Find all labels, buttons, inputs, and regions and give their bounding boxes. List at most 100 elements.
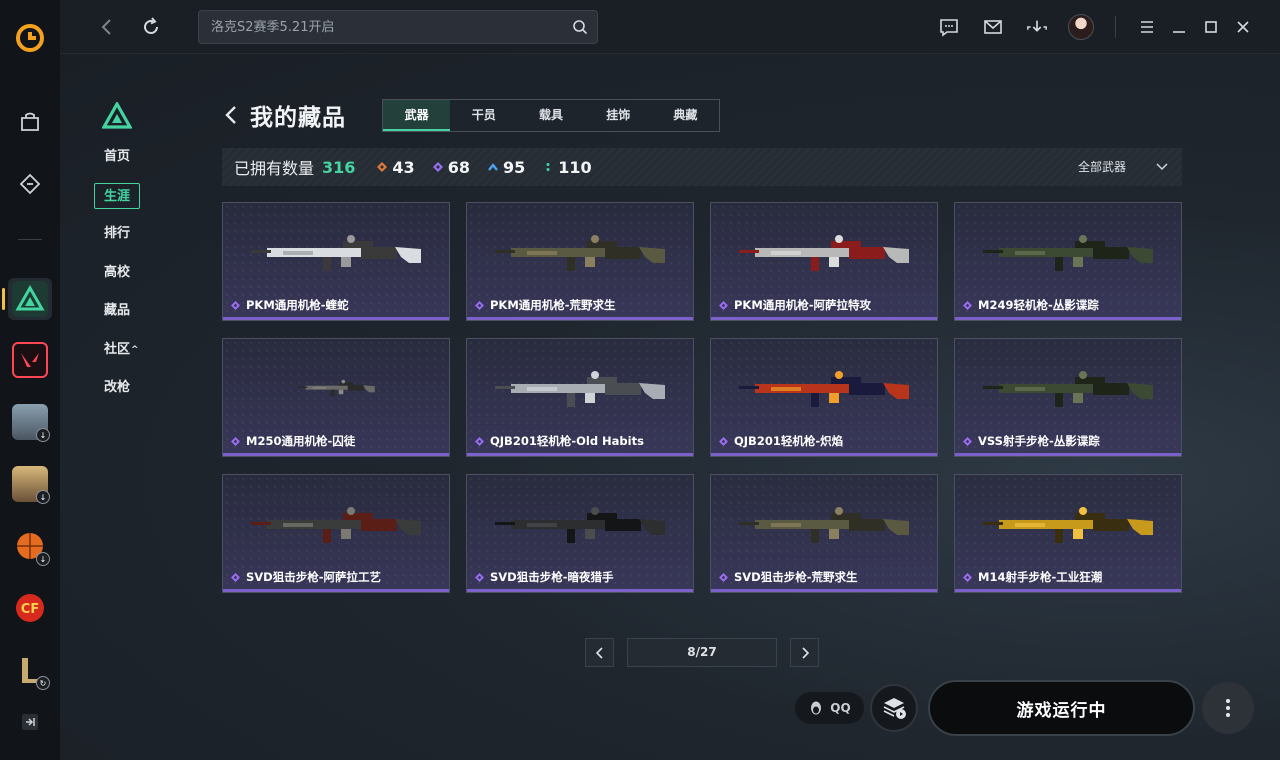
purple-diamond-icon (231, 300, 240, 310)
more-options-button[interactable] (1202, 682, 1254, 734)
menu-icon[interactable] (1136, 16, 1158, 38)
nav-item-collection[interactable]: 藏品 (94, 298, 154, 324)
game-running-button[interactable]: 游戏运行中 (928, 680, 1195, 736)
user-avatar[interactable] (1068, 14, 1094, 40)
search-box[interactable] (198, 10, 598, 44)
weapon-grid: PKM通用机枪-蝰蛇 PKM通用机枪-荒野求生 PKM通用机枪-阿萨拉特攻 M2… (222, 202, 1182, 593)
maximize-icon[interactable] (1200, 16, 1222, 38)
purple-diamond-icon (475, 300, 484, 310)
discover-icon[interactable] (14, 168, 46, 200)
download-badge-icon: ↓ (36, 428, 50, 442)
weapon-filter-dropdown[interactable]: 全部武器 (1078, 158, 1168, 175)
weapon-card[interactable]: QJB201轻机枪-炽焰 (710, 338, 938, 457)
rarity-count: 110 (558, 157, 592, 177)
weapon-name: QJB201轻机枪-炽焰 (734, 434, 844, 448)
weapon-image (251, 507, 421, 543)
layers-play-icon (883, 698, 906, 719)
weapon-card[interactable]: PKM通用机枪-荒野求生 (466, 202, 694, 321)
weapon-name-label: SVD狙击步枪-荒野求生 (719, 569, 858, 585)
prev-page-button[interactable] (585, 638, 614, 667)
weapon-name-label: SVD狙击步枪-暗夜猎手 (475, 569, 614, 585)
vertical-dots-icon (1226, 699, 1230, 717)
nav-item-home[interactable]: 首页 (94, 144, 154, 170)
purple-diamond-icon (719, 300, 728, 310)
weapon-name-label: SVD狙击步枪-阿萨拉工艺 (231, 569, 381, 585)
back-icon[interactable] (96, 16, 118, 38)
weapon-card[interactable]: QJB201轻机枪-Old Habits (466, 338, 694, 457)
collapse-rail-icon[interactable] (14, 706, 46, 738)
weapon-name: M14射手步枪-工业狂潮 (978, 570, 1103, 584)
weapon-name: PKM通用机枪-蝰蛇 (246, 298, 349, 312)
weapon-name-label: M249轻机枪-丛影谍踪 (963, 297, 1099, 313)
purple-diamond-icon (475, 436, 484, 446)
nba-game-icon[interactable]: ↓ (12, 528, 50, 566)
search-input[interactable] (199, 11, 559, 43)
weapon-card[interactable]: SVD狙击步枪-暗夜猎手 (466, 474, 694, 593)
weapon-name-label: VSS射手步枪-丛影谍踪 (963, 433, 1100, 449)
nav-item-gunsmith[interactable]: 改枪 (94, 375, 154, 401)
purple-diamond-icon (963, 300, 972, 310)
weapon-card[interactable]: SVD狙击步枪-荒野求生 (710, 474, 938, 593)
orange-diamond-icon (377, 162, 388, 172)
weapon-image (251, 235, 421, 271)
tab-operators[interactable]: 干员 (450, 100, 517, 131)
tab-charms[interactable]: 挂饰 (585, 100, 652, 131)
weapon-name-label: PKM通用机枪-阿萨拉特攻 (719, 297, 871, 313)
download-manager-icon[interactable] (1026, 16, 1048, 38)
minimize-icon[interactable] (1168, 16, 1190, 38)
next-page-button[interactable] (790, 638, 819, 667)
weapon-image (739, 507, 909, 543)
client-logo-icon[interactable] (14, 22, 46, 54)
crossfire-game-icon[interactable]: CF (12, 590, 48, 626)
mail-icon[interactable] (982, 16, 1004, 38)
weapon-name: SVD狙击步枪-荒野求生 (734, 570, 858, 584)
pubg-game-icon[interactable]: ↓ (12, 404, 50, 442)
tab-vehicles[interactable]: 载具 (517, 100, 584, 131)
rarity-orange-count: 43 (377, 157, 415, 177)
chevron-down-icon (1156, 162, 1168, 170)
store-icon[interactable] (14, 106, 46, 138)
weapon-name: SVD狙击步枪-暗夜猎手 (490, 570, 614, 584)
weapon-image (739, 235, 909, 271)
owned-count: 316 (322, 157, 356, 177)
purple-diamond-icon (475, 572, 484, 582)
rail-divider (18, 239, 42, 240)
rarity-stripe (955, 589, 1181, 592)
weapon-image (298, 379, 375, 396)
rarity-purple-count: 68 (432, 158, 470, 177)
nav-item-career[interactable]: 生涯 (94, 182, 140, 209)
tab-archive[interactable]: 典藏 (652, 100, 719, 131)
weapon-card[interactable]: M14射手步枪-工业狂潮 (954, 474, 1182, 593)
nav-item-rankings[interactable]: 排行 (94, 221, 154, 247)
purple-diamond-icon (963, 436, 972, 446)
weapon-name-label: M250通用机枪-囚徒 (231, 433, 355, 449)
weapon-image (983, 235, 1153, 271)
delta-force-game-icon[interactable] (12, 281, 48, 317)
rarity-count: 43 (392, 157, 415, 177)
weapon-card[interactable]: SVD狙击步枪-阿萨拉工艺 (222, 474, 450, 593)
game-tools-button[interactable] (870, 684, 918, 732)
valorant-game-icon[interactable] (12, 342, 48, 378)
nav-item-campus[interactable]: 高校 (94, 260, 154, 286)
league-game-icon[interactable]: ↻ (12, 652, 50, 690)
tab-weapons[interactable]: 武器 (383, 100, 451, 131)
active-indicator (2, 288, 5, 310)
weapon-card[interactable]: PKM通用机枪-蝰蛇 (222, 202, 450, 321)
qq-login-button[interactable]: QQ (795, 692, 864, 724)
chat-icon[interactable] (938, 16, 960, 38)
close-icon[interactable] (1232, 16, 1254, 38)
weapon-card[interactable]: PKM通用机枪-阿萨拉特攻 (710, 202, 938, 321)
page-back-icon[interactable] (222, 104, 240, 126)
peace-elite-game-icon[interactable]: ↓ (12, 466, 50, 504)
weapon-card[interactable]: VSS射手步枪-丛影谍踪 (954, 338, 1182, 457)
weapon-name-label: PKM通用机枪-蝰蛇 (231, 297, 349, 313)
nav-item-community[interactable]: 社区^ (94, 337, 154, 363)
weapon-image (495, 235, 665, 271)
category-tabs: 武器 干员 载具 挂饰 典藏 (382, 99, 720, 132)
page-title: 我的藏品 (250, 105, 346, 131)
search-icon[interactable] (572, 19, 588, 35)
weapon-card[interactable]: M249轻机枪-丛影谍踪 (954, 202, 1182, 321)
weapon-card[interactable]: M250通用机枪-囚徒 (222, 338, 450, 457)
refresh-icon[interactable] (140, 16, 162, 38)
update-badge-icon: ↻ (36, 676, 50, 690)
